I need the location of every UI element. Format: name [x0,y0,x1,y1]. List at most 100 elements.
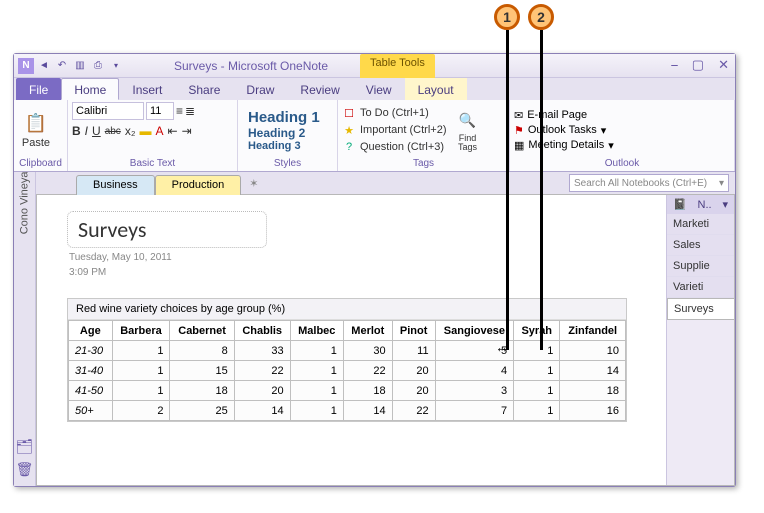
table-row[interactable]: 41-5011820118203118 [69,381,626,401]
table-cell[interactable]: 33 [234,341,290,361]
table-caption[interactable]: Red wine variety choices by age group (%… [68,299,626,320]
minimize-button[interactable]: ⎯ [671,57,678,73]
table-cell[interactable]: 2 [112,401,170,421]
email-page-button[interactable]: ✉E-mail Page [514,109,614,122]
tab-share[interactable]: Share [175,78,233,100]
table-header[interactable]: Age [69,321,113,341]
table-cell[interactable]: 16 [560,401,626,421]
table-header[interactable]: Cabernet [170,321,234,341]
table-cell[interactable]: 7 [435,401,514,421]
page-tab[interactable]: Surveys [667,298,734,320]
table-cell[interactable]: 22 [343,361,392,381]
section-tab-production[interactable]: Production [155,175,242,195]
table-row[interactable]: 50+22514114227116 [69,401,626,421]
tag-important[interactable]: ★Important (Ctrl+2) [342,122,447,138]
table-header[interactable]: Merlot [343,321,392,341]
strike-button[interactable]: abc [105,126,121,137]
table-header[interactable]: Barbera [112,321,170,341]
table-cell[interactable]: 1 [290,381,343,401]
highlight-icon[interactable]: ▬ [139,124,151,138]
qat-dropdown-icon[interactable]: ▾ [108,58,124,74]
indent-left-icon[interactable]: ⇤ [168,124,178,138]
data-table[interactable]: AgeBarberaCabernetChablisMalbecMerlotPin… [68,320,626,421]
paste-button[interactable]: 📋 Paste [18,112,54,149]
table-header[interactable]: Syrah [514,321,560,341]
close-button[interactable]: ✕ [718,57,729,73]
table-cell[interactable]: 20 [234,381,290,401]
tag-todo[interactable]: ☐To Do (Ctrl+1) [342,105,447,121]
add-section-button[interactable]: ✶ [241,174,266,194]
table-cell[interactable]: 1 [290,361,343,381]
font-family-select[interactable] [72,102,144,120]
tab-insert[interactable]: Insert [119,78,175,100]
table-cell[interactable]: 11 [392,341,435,361]
page-tabs-header[interactable]: 📓 N.. ▾ [667,195,734,214]
undo-icon[interactable]: ↶ [54,58,70,74]
table-cell[interactable]: 1 [290,341,343,361]
find-tags-button[interactable]: 🔍 Find Tags [453,109,483,152]
table-cell[interactable]: 1 [112,361,170,381]
table-cell[interactable]: 30 [343,341,392,361]
table-cell[interactable]: 1 [290,401,343,421]
table-cell-age[interactable]: 50+ [69,401,113,421]
subscript-icon[interactable]: x₂ [125,124,136,138]
table-cell-age[interactable]: 31-40 [69,361,113,381]
table-header[interactable]: Sangiovese [435,321,514,341]
style-heading2[interactable]: Heading 2 [248,126,320,140]
tab-home[interactable]: Home [61,78,119,100]
table-cell[interactable]: 1 [112,341,170,361]
table-header[interactable]: Pinot [392,321,435,341]
table-cell[interactable]: 3 [435,381,514,401]
search-dropdown-icon[interactable]: ▾ [719,178,724,189]
table-row[interactable]: 21-301833130115110 [69,341,626,361]
table-cell[interactable]: 18 [170,381,234,401]
table-cell[interactable]: 20 [392,361,435,381]
table-cell[interactable]: 1 [514,361,560,381]
bullets-icon[interactable]: ≡ [176,104,183,118]
page-title[interactable]: Surveys [78,216,146,243]
table-cell[interactable]: 5 [435,341,514,361]
page-tab[interactable]: Sales [667,235,734,256]
page-title-container[interactable]: Surveys [67,211,267,248]
table-cell[interactable]: 22 [234,361,290,381]
trash-icon[interactable]: 🗑 [16,461,34,478]
table-cell[interactable]: 1 [112,381,170,401]
table-cell-age[interactable]: 41-50 [69,381,113,401]
table-row[interactable]: 31-4011522122204114 [69,361,626,381]
table-cell[interactable]: 1 [514,401,560,421]
numbering-icon[interactable]: ≣ [185,104,195,118]
style-heading3[interactable]: Heading 3 [248,140,320,152]
outlook-tasks-button[interactable]: ⚑Outlook Tasks▾ [514,124,614,137]
table-cell[interactable]: 18 [343,381,392,401]
table-cell[interactable]: 15 [170,361,234,381]
tab-review[interactable]: Review [287,78,352,100]
style-heading1[interactable]: Heading 1 [248,109,320,126]
italic-button[interactable]: I [85,124,88,138]
page-tab[interactable]: Supplie [667,256,734,277]
table-cell[interactable]: 18 [560,381,626,401]
table-cell[interactable]: 14 [560,361,626,381]
table-cell[interactable]: 14 [343,401,392,421]
indent-right-icon[interactable]: ⇥ [182,124,192,138]
table-cell[interactable]: 22 [392,401,435,421]
table-header[interactable]: Malbec [290,321,343,341]
back-icon[interactable]: ◄ [36,58,52,74]
meeting-details-button[interactable]: ▦Meeting Details▾ [514,139,614,152]
font-size-select[interactable] [146,102,174,120]
unfiled-notes-icon[interactable]: 🗂 [16,438,34,455]
table-cell[interactable]: 25 [170,401,234,421]
table-cell[interactable]: 1 [514,341,560,361]
tab-view[interactable]: View [353,78,405,100]
search-input[interactable]: Search All Notebooks (Ctrl+E) ▾ [569,174,729,192]
font-color-icon[interactable]: A [155,124,163,138]
page-tab[interactable]: Varieti [667,277,734,298]
page-canvas[interactable]: Surveys Tuesday, May 10, 2011 3:09 PM Re… [37,195,666,485]
table-header[interactable]: Zinfandel [560,321,626,341]
context-tab-table-tools[interactable]: Table Tools [360,54,435,78]
table-cell[interactable]: 10 [560,341,626,361]
notebook-name[interactable]: Cono Vineyard [19,172,31,234]
tab-layout[interactable]: Layout [405,78,467,100]
table-cell-age[interactable]: 21-30 [69,341,113,361]
data-table-container[interactable]: Red wine variety choices by age group (%… [67,298,627,422]
table-cell[interactable]: 1 [514,381,560,401]
